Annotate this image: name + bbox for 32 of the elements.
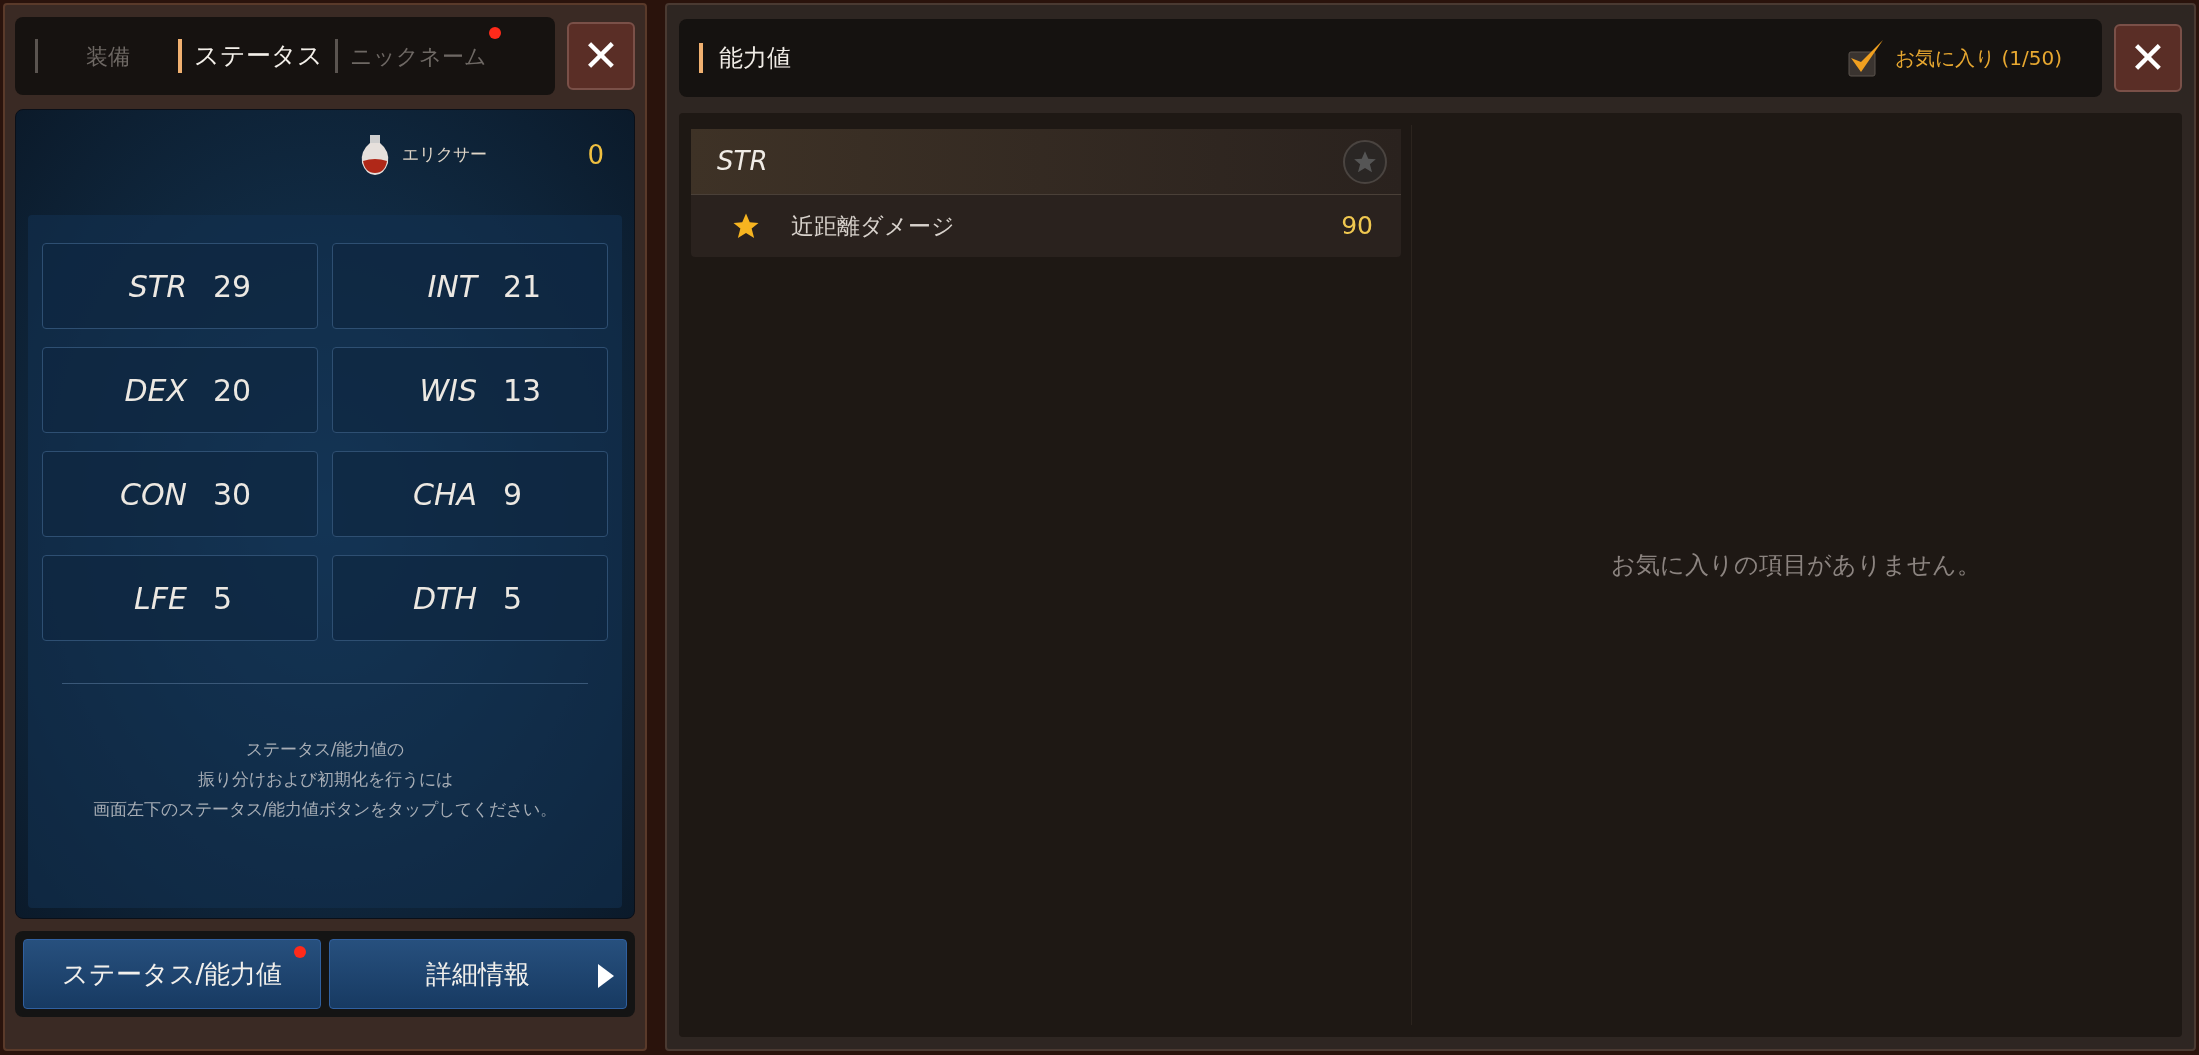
stat-name: WIS bbox=[418, 371, 477, 410]
stat-value: 9 bbox=[503, 475, 524, 514]
stat-value: 29 bbox=[213, 267, 253, 306]
stat-value: 21 bbox=[503, 267, 543, 306]
close-button[interactable]: ✕ bbox=[2114, 24, 2182, 92]
play-arrow-icon bbox=[596, 962, 616, 990]
favorite-star-button[interactable] bbox=[1343, 139, 1387, 184]
elixir-count: 0 bbox=[587, 138, 604, 172]
favorites-checkbox[interactable]: お気に入り (1/50) bbox=[1847, 38, 2062, 78]
tab[interactable]: ステータス bbox=[182, 37, 335, 75]
details-button[interactable]: 詳細情報 bbox=[329, 939, 627, 1009]
stat-value: 30 bbox=[213, 475, 253, 514]
stat-value: 5 bbox=[213, 579, 234, 618]
stat-name: CON bbox=[119, 475, 187, 514]
stat-name: INT bbox=[426, 267, 477, 306]
stat-name: CHA bbox=[411, 475, 477, 514]
hint-text: ステータス/能力値の 振り分けおよび初期化を行うには 画面左下のステータス/能力値ボタンをタップしてください。 bbox=[91, 738, 559, 821]
stat-name: DEX bbox=[123, 371, 187, 410]
status-button[interactable]: ステータス/能力値 bbox=[23, 939, 321, 1009]
stat-value: 20 bbox=[213, 371, 253, 410]
panel-title: 能力値 bbox=[719, 43, 791, 74]
stat-value: 13 bbox=[503, 371, 543, 410]
elixir-label: エリクサー bbox=[402, 143, 488, 167]
empty-message: お気に入りの項目がありません。 bbox=[1611, 550, 1981, 581]
stat-value: 90 bbox=[1341, 210, 1373, 243]
stat-name: STR bbox=[127, 267, 187, 306]
stat-value: 5 bbox=[503, 579, 524, 618]
close-button[interactable]: ✕ bbox=[567, 22, 635, 90]
stat-name: DTH bbox=[412, 579, 477, 618]
stat-label: 近距離ダメージ bbox=[791, 211, 956, 241]
stat-name: LFE bbox=[133, 579, 187, 618]
group-title: STR bbox=[717, 145, 768, 178]
